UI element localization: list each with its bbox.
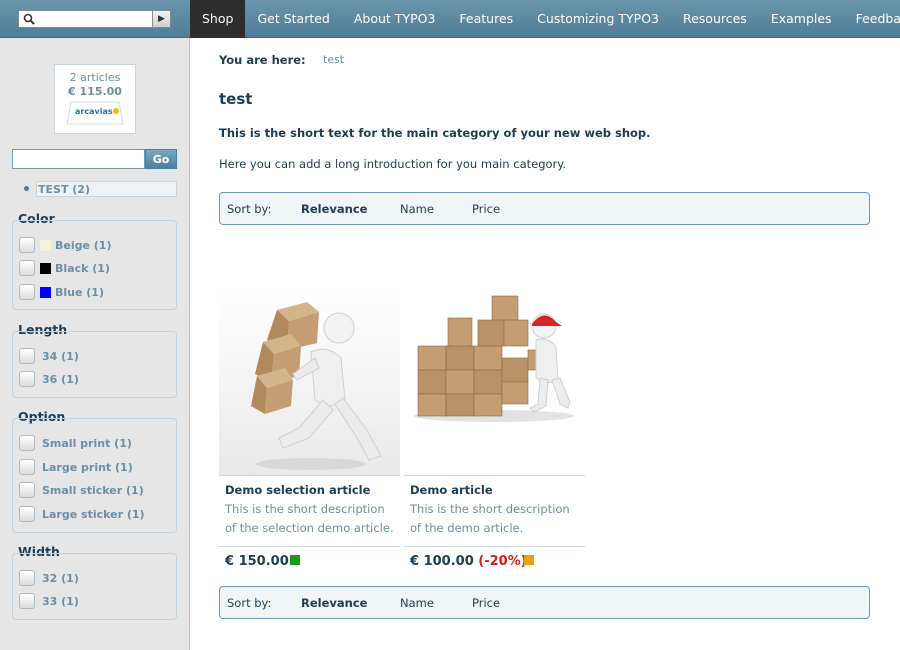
checkbox[interactable] xyxy=(19,435,35,451)
sidebar: 2 articles € 115.00 arcavias Go TEST (2)… xyxy=(0,38,190,650)
checkbox[interactable] xyxy=(19,593,35,609)
product-name[interactable]: Demo selection article xyxy=(225,483,370,497)
facet-option-small-sticker[interactable]: Small sticker (1) xyxy=(19,481,144,499)
facet-option-label: Beige (1) xyxy=(55,238,112,252)
facet-option-blue[interactable]: Blue (1) xyxy=(19,283,104,301)
price-rebate: (-20%) xyxy=(478,554,527,569)
product-image xyxy=(219,288,400,476)
sort-name[interactable]: Name xyxy=(400,202,434,216)
color-swatch-beige xyxy=(40,239,51,251)
checkbox[interactable] xyxy=(19,459,35,475)
search-icon xyxy=(23,13,35,25)
nav-item-resources[interactable]: Resources xyxy=(671,0,759,38)
breadcrumb-link[interactable]: test xyxy=(323,53,344,66)
facet-option-label: 33 (1) xyxy=(42,594,79,608)
main-content: You are here: test test This is the shor… xyxy=(190,38,900,650)
sort-name[interactable]: Name xyxy=(400,596,434,610)
category-short-text: This is the short text for the main cate… xyxy=(219,126,651,140)
nav-item-customizing-typo3[interactable]: Customizing TYPO3 xyxy=(525,0,671,38)
facet-option-label: Small print (1) xyxy=(42,436,132,450)
checkbox[interactable] xyxy=(19,482,35,498)
checkbox[interactable] xyxy=(19,237,35,253)
divider xyxy=(219,475,400,476)
sort-price[interactable]: Price xyxy=(472,202,500,216)
catalog-search: Go xyxy=(12,149,177,169)
facet-option-label: 34 (1) xyxy=(42,349,79,363)
checkbox[interactable] xyxy=(19,371,35,387)
sort-bar-top: Sort by: Relevance Name Price xyxy=(219,192,870,225)
nav-item-examples[interactable]: Examples xyxy=(759,0,844,38)
product-price: € 150.00 xyxy=(225,554,289,569)
shopping-bag-icon: arcavias xyxy=(66,101,124,125)
catalog-search-input[interactable] xyxy=(12,149,145,169)
product-name[interactable]: Demo article xyxy=(410,483,493,497)
catalog-search-go-button[interactable]: Go xyxy=(145,149,177,169)
basket-total: € 115.00 xyxy=(68,85,122,98)
color-swatch-blue xyxy=(40,286,51,298)
basket-count: 2 articles xyxy=(69,71,121,84)
facet-option-32[interactable]: 32 (1) xyxy=(19,569,79,587)
checkbox[interactable] xyxy=(19,260,35,276)
facet-option-label: 32 (1) xyxy=(42,571,79,585)
sort-label: Sort by: xyxy=(227,596,272,610)
sort-price[interactable]: Price xyxy=(472,596,500,610)
product-price: € 100.00 (-20%) xyxy=(410,554,527,569)
sort-relevance[interactable]: Relevance xyxy=(301,596,367,610)
checkbox[interactable] xyxy=(19,570,35,586)
facet-option-large-print[interactable]: Large print (1) xyxy=(19,458,133,476)
facet-option-large-sticker[interactable]: Large sticker (1) xyxy=(19,505,145,523)
divider xyxy=(404,546,585,547)
color-swatch-black xyxy=(40,262,51,274)
category-tree: TEST (2) xyxy=(24,181,178,197)
nav-item-get-started[interactable]: Get Started xyxy=(245,0,341,38)
facet-option-label: Large print (1) xyxy=(42,460,133,474)
nav-item-feedback[interactable]: Feedback xyxy=(844,0,900,38)
product-description: This is the short description of the sel… xyxy=(225,502,394,535)
facet-option-beige[interactable]: Beige (1) xyxy=(19,236,112,254)
product-description: This is the short description of the dem… xyxy=(410,502,570,535)
facet-option-label: 36 (1) xyxy=(42,372,79,386)
facet-option-label: Large sticker (1) xyxy=(42,507,145,521)
nav-item-shop[interactable]: Shop xyxy=(190,0,246,38)
top-bar: ▶ Shop Get Started About TYPO3 Features … xyxy=(0,0,900,38)
facet-option-black[interactable]: Black (1) xyxy=(19,259,110,277)
stock-status-icon xyxy=(290,555,300,565)
sort-label: Sort by: xyxy=(227,202,272,216)
product-image xyxy=(404,288,585,476)
facet-option-small-print[interactable]: Small print (1) xyxy=(19,434,132,452)
category-item-test[interactable]: TEST (2) xyxy=(36,181,177,197)
nav-item-about-typo3[interactable]: About TYPO3 xyxy=(342,0,448,38)
site-search-submit-button[interactable]: ▶ xyxy=(152,11,170,27)
breadcrumb-label: You are here: xyxy=(219,53,306,67)
facet-option-label: Black (1) xyxy=(55,261,110,275)
checkbox[interactable] xyxy=(19,506,35,522)
basket-logo-text: arcavias xyxy=(75,107,113,116)
nav-item-features[interactable]: Features xyxy=(447,0,525,38)
site-search-input[interactable]: ▶ xyxy=(18,10,171,28)
sort-bar-bottom: Sort by: Relevance Name Price xyxy=(219,586,870,619)
page-title: test xyxy=(219,90,253,108)
mini-basket[interactable]: 2 articles € 115.00 arcavias xyxy=(54,64,136,134)
facet-option-label: Blue (1) xyxy=(55,285,104,299)
price-value: € 100.00 xyxy=(410,554,474,569)
facet-option-34[interactable]: 34 (1) xyxy=(19,347,79,365)
sort-relevance[interactable]: Relevance xyxy=(301,202,367,216)
category-long-text: Here you can add a long introduction for… xyxy=(219,157,567,171)
facet-option-36[interactable]: 36 (1) xyxy=(19,370,79,388)
facet-option-label: Small sticker (1) xyxy=(42,483,144,497)
facet-option-33[interactable]: 33 (1) xyxy=(19,592,79,610)
stock-status-icon xyxy=(524,555,534,565)
checkbox[interactable] xyxy=(19,348,35,364)
divider xyxy=(219,546,400,547)
divider xyxy=(404,475,585,476)
price-value: € 150.00 xyxy=(225,554,289,569)
bullet-icon xyxy=(24,186,29,191)
main-nav: Shop Get Started About TYPO3 Features Cu… xyxy=(190,0,900,38)
checkbox[interactable] xyxy=(19,284,35,300)
